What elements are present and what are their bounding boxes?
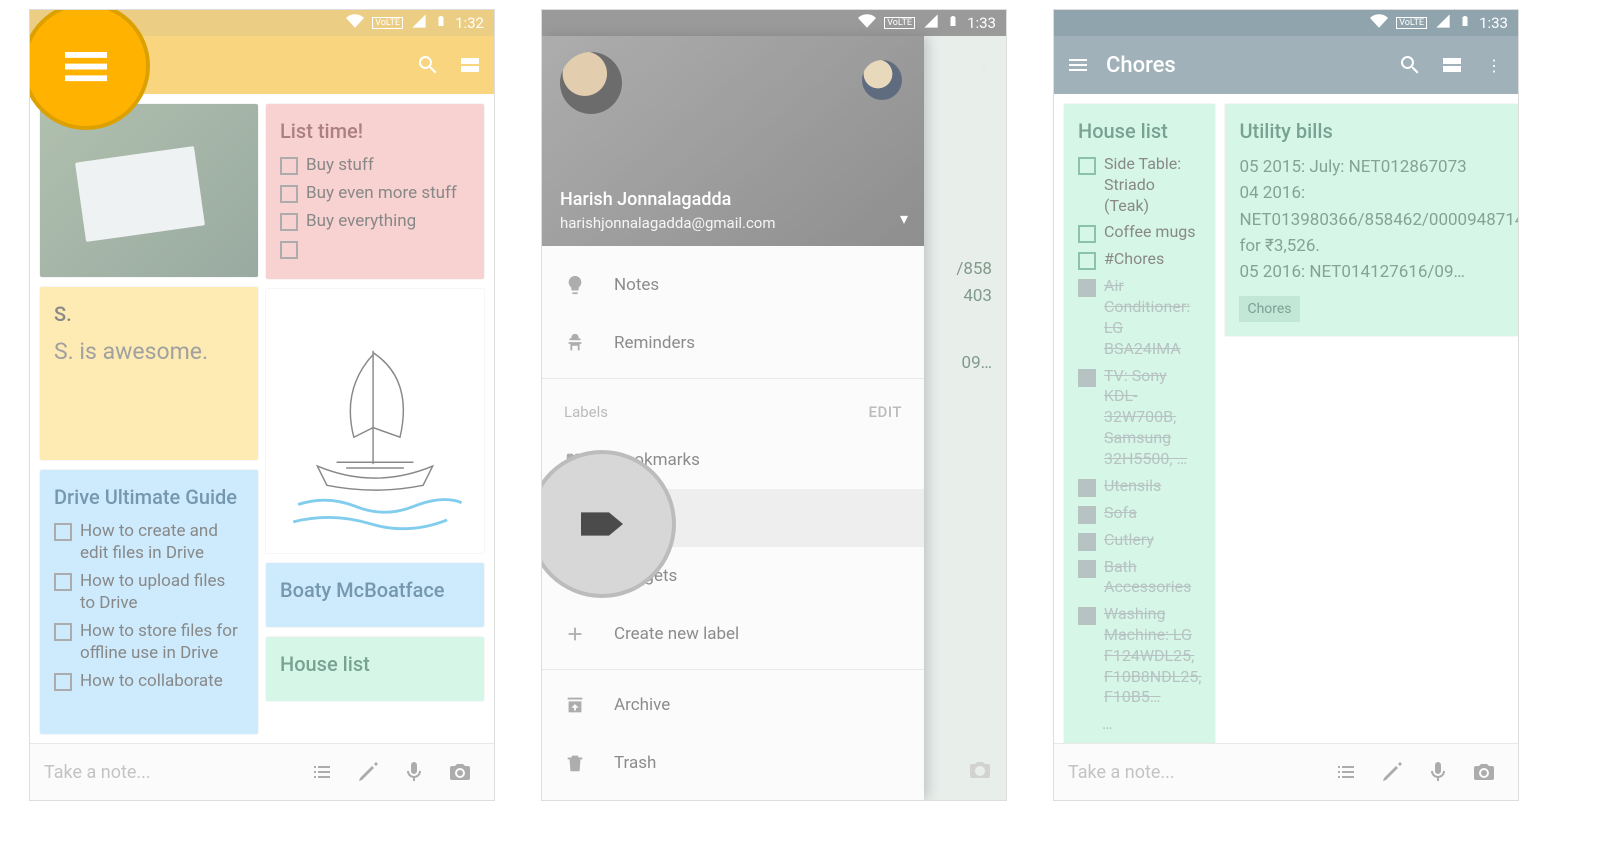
mic-icon[interactable] bbox=[1418, 752, 1458, 792]
note-image[interactable] bbox=[40, 104, 258, 277]
check-item-done[interactable]: Utensils bbox=[1078, 476, 1201, 497]
check-item-done[interactable]: Bath Accessories bbox=[1078, 557, 1201, 599]
phone-1-notes: VoLTE 1:32 Notes bbox=[30, 10, 494, 800]
wifi-icon bbox=[1370, 12, 1388, 34]
list-icon[interactable] bbox=[1326, 752, 1366, 792]
note-title: House list bbox=[1078, 118, 1201, 144]
check-item[interactable]: Buy everything bbox=[280, 210, 470, 232]
volte-icon: VoLTE bbox=[884, 17, 915, 29]
view-toggle-icon[interactable] bbox=[1438, 51, 1466, 79]
check-item-done[interactable]: Washing Machine: LG F124WDL25, F10B8NDL2… bbox=[1078, 604, 1201, 708]
check-item[interactable]: How to create and edit files in Drive bbox=[54, 520, 244, 564]
draw-icon[interactable] bbox=[348, 752, 388, 792]
battery-icon bbox=[1459, 12, 1471, 34]
account-email: harishjonnalagadda@gmail.com bbox=[560, 214, 776, 232]
camera-icon[interactable] bbox=[968, 758, 992, 786]
note-title: Utility bills bbox=[1239, 118, 1518, 144]
nav-trash[interactable]: Trash bbox=[542, 734, 924, 792]
check-item[interactable]: How to collaborate bbox=[54, 670, 244, 692]
avatar-secondary[interactable] bbox=[862, 60, 902, 100]
edit-labels-button[interactable]: EDIT bbox=[869, 403, 902, 421]
label-chip[interactable]: Chores bbox=[1239, 296, 1299, 322]
divider bbox=[542, 378, 924, 379]
nav-reminders[interactable]: Reminders bbox=[542, 314, 924, 372]
app-bar: Chores ⋮ bbox=[1054, 36, 1518, 94]
nav-archive[interactable]: Archive bbox=[542, 676, 924, 734]
signal-icon bbox=[411, 13, 427, 33]
take-note-input[interactable]: Take a note... bbox=[44, 762, 296, 783]
app-title: Chores bbox=[1106, 53, 1382, 78]
camera-icon[interactable] bbox=[440, 752, 480, 792]
check-item-done[interactable]: Air Conditioner: LG BSA24IMA bbox=[1078, 276, 1201, 359]
wifi-icon bbox=[858, 12, 876, 34]
check-item-done[interactable]: TV: Sony KDL-32W700B, Samsung 32H5500, … bbox=[1078, 366, 1201, 470]
hamburger-menu-icon[interactable] bbox=[1064, 51, 1092, 79]
search-icon[interactable] bbox=[1396, 51, 1424, 79]
check-item-done[interactable]: Sofa bbox=[1078, 503, 1201, 524]
label-notes-grid: House list Side Table: Striado (Teak) Co… bbox=[1054, 94, 1518, 744]
bottom-bar: Take a note... bbox=[30, 743, 494, 800]
list-icon[interactable] bbox=[302, 752, 342, 792]
note-house-list[interactable]: House list bbox=[266, 637, 484, 701]
check-item[interactable]: Side Table: Striado (Teak) bbox=[1078, 154, 1201, 216]
bottom-bar: Take a note... bbox=[1054, 743, 1518, 800]
search-icon[interactable] bbox=[414, 51, 442, 79]
volte-icon: VoLTE bbox=[1396, 17, 1427, 29]
clock: 1:33 bbox=[1479, 14, 1508, 32]
note-title: Drive Ultimate Guide bbox=[54, 484, 244, 510]
check-item[interactable]: How to store files for offline use in Dr… bbox=[54, 620, 244, 664]
note-title: List time! bbox=[280, 118, 470, 144]
check-item-done[interactable]: Cutlery bbox=[1078, 530, 1201, 551]
note-utility-bills[interactable]: Utility bills 05 2015: July: NET01286707… bbox=[1225, 104, 1518, 336]
labels-section-header: Labels EDIT bbox=[542, 385, 924, 431]
phone-2-drawer: VoLTE 1:33 /858 403 09… ⋮ Harish Jonnala… bbox=[542, 10, 1006, 800]
clock: 1:32 bbox=[455, 14, 484, 32]
mic-icon[interactable] bbox=[394, 752, 434, 792]
status-bar: VoLTE 1:33 bbox=[1054, 10, 1518, 36]
note-house-list[interactable]: House list Side Table: Striado (Teak) Co… bbox=[1064, 104, 1215, 785]
overflow-icon[interactable]: ⋮ bbox=[1480, 51, 1508, 79]
battery-icon bbox=[947, 12, 959, 34]
account-header[interactable]: Harish Jonnalagadda harishjonnalagadda@g… bbox=[542, 36, 924, 246]
create-label[interactable]: Create new label bbox=[542, 605, 924, 663]
check-item[interactable]: Buy stuff bbox=[280, 154, 470, 176]
background-note-peek: /858 403 09… bbox=[942, 246, 1006, 388]
note-body: 05 2015: July: NET012867073 04 2016: NET… bbox=[1239, 154, 1518, 286]
note-title: S. bbox=[54, 301, 244, 327]
check-item[interactable]: #Chores bbox=[1078, 249, 1201, 270]
take-note-input[interactable]: Take a note... bbox=[1068, 762, 1320, 783]
check-item[interactable]: How to upload files to Drive bbox=[54, 570, 244, 614]
nav-notes[interactable]: Notes bbox=[542, 256, 924, 314]
note-title: House list bbox=[280, 651, 470, 677]
signal-icon bbox=[1435, 13, 1451, 33]
note-drawing[interactable] bbox=[266, 289, 484, 553]
note-boaty[interactable]: Boaty McBoatface bbox=[266, 563, 484, 627]
draw-icon[interactable] bbox=[1372, 752, 1412, 792]
status-bar: VoLTE 1:33 bbox=[542, 10, 1006, 36]
account-name: Harish Jonnalagadda bbox=[560, 189, 731, 210]
check-item[interactable] bbox=[280, 238, 470, 259]
note-body: S. is awesome. bbox=[54, 337, 244, 367]
volte-icon: VoLTE bbox=[372, 17, 403, 29]
overflow-icon[interactable]: ⋮ bbox=[976, 60, 992, 79]
wifi-icon bbox=[346, 12, 364, 34]
camera-icon[interactable] bbox=[1464, 752, 1504, 792]
view-toggle-icon[interactable] bbox=[456, 51, 484, 79]
note-s[interactable]: S. S. is awesome. bbox=[40, 287, 258, 460]
signal-icon bbox=[923, 13, 939, 33]
check-item[interactable]: Buy even more stuff bbox=[280, 182, 470, 204]
dropdown-caret-icon[interactable]: ▾ bbox=[900, 209, 908, 228]
notes-grid: S. S. is awesome. Drive Ultimate Guide H… bbox=[30, 94, 494, 744]
divider bbox=[542, 669, 924, 670]
check-item[interactable]: Coffee mugs bbox=[1078, 222, 1201, 243]
note-list-time[interactable]: List time! Buy stuff Buy even more stuff… bbox=[266, 104, 484, 279]
clock: 1:33 bbox=[967, 14, 996, 32]
note-drive-guide[interactable]: Drive Ultimate Guide How to create and e… bbox=[40, 470, 258, 734]
note-title: Boaty McBoatface bbox=[280, 577, 470, 603]
avatar-primary[interactable] bbox=[560, 52, 622, 114]
navigation-drawer: Harish Jonnalagadda harishjonnalagadda@g… bbox=[542, 36, 924, 800]
battery-icon bbox=[435, 12, 447, 34]
phone-3-chores: VoLTE 1:33 Chores ⋮ House list Side Tabl… bbox=[1054, 10, 1518, 800]
